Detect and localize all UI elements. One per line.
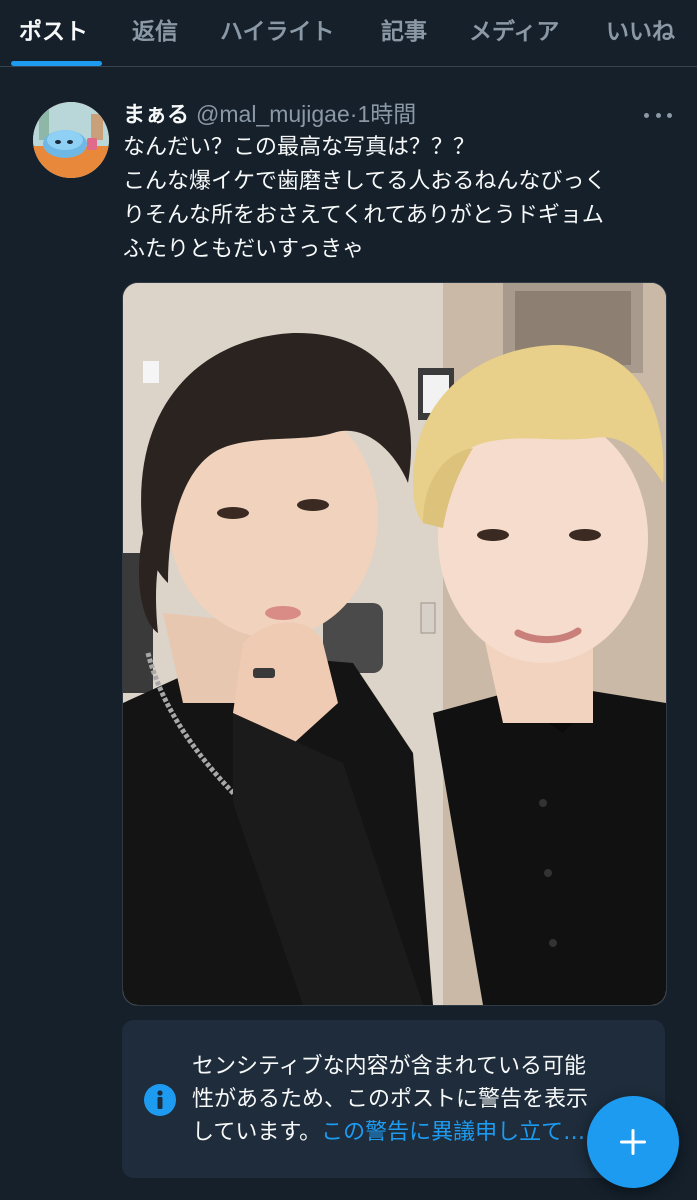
avatar[interactable]: [33, 102, 109, 178]
profile-timeline: ポスト 返信 ハイライト 記事 メディア いいね まぁる @mal_mujiga…: [0, 0, 697, 1200]
active-tab-indicator: [11, 61, 102, 66]
user-handle[interactable]: @mal_mujigae: [196, 101, 350, 127]
tab-highlights[interactable]: ハイライト: [220, 0, 335, 66]
appeal-warning-link[interactable]: この警告に異議申し立て…: [321, 1120, 585, 1145]
info-icon: [144, 1084, 176, 1116]
display-name[interactable]: まぁる: [123, 103, 189, 128]
selfie-photo-icon: [123, 283, 666, 1005]
warning-text: センシティブな内容が含まれている可能 性があるため、このポストに警告を表示 して…: [192, 1050, 642, 1149]
compose-button[interactable]: [587, 1096, 679, 1188]
post-text-line: こんな爆イケで歯磨きしてる人おるねんなびっく: [123, 169, 607, 194]
avatar-illustration-icon: [33, 102, 109, 178]
tab-replies[interactable]: 返信: [132, 0, 178, 66]
warning-line: しています。: [192, 1120, 322, 1145]
post-time[interactable]: 1時間: [357, 101, 416, 127]
post-image[interactable]: [122, 282, 667, 1006]
tab-media[interactable]: メディア: [469, 0, 559, 66]
post-text-line: りそんな所をおさえてくれてありがとうドギョム: [123, 203, 604, 228]
warning-line: センシティブな内容が含まれている可能: [192, 1054, 587, 1079]
sensitive-content-warning: センシティブな内容が含まれている可能 性があるため、このポストに警告を表示 して…: [122, 1020, 665, 1178]
plus-icon: [620, 1129, 646, 1155]
post-text: なんだい？この最高な写真は？？？ こんな爆イケで歯磨きしてる人おるねんなびっく …: [123, 131, 683, 267]
tab-articles[interactable]: 記事: [381, 0, 427, 66]
warning-line: 性があるため、このポストに警告を表示: [192, 1087, 589, 1112]
post-text-line: なんだい？この最高な写真は？？？: [123, 135, 476, 160]
tab-likes[interactable]: いいね: [606, 0, 675, 66]
more-dots-icon[interactable]: [644, 107, 672, 123]
post-header: まぁる @mal_mujigae·1時間: [123, 97, 643, 131]
profile-tab-bar: ポスト 返信 ハイライト 記事 メディア いいね: [0, 0, 697, 67]
tab-posts[interactable]: ポスト: [19, 0, 88, 66]
post-text-line: ふたりともだいすっきゃ: [123, 237, 365, 262]
